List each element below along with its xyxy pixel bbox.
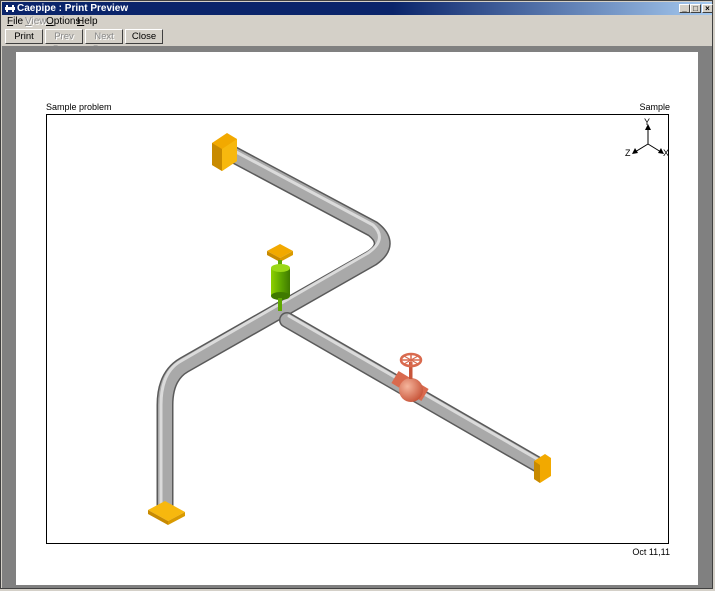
print-button[interactable]: Print [5, 29, 43, 44]
axis-y-label: Y [644, 117, 650, 127]
maximize-button[interactable]: □ [690, 4, 701, 13]
menu-help-label: elp [84, 16, 98, 27]
title-bar[interactable]: Caepipe : Print Preview _ □ × [2, 2, 713, 15]
header-model: Sample [639, 102, 670, 112]
prev-page-button[interactable]: Prev Page [45, 29, 83, 55]
menu-view[interactable]: View [25, 16, 47, 28]
header-title: Sample problem [46, 102, 112, 112]
anchor-bottom [148, 501, 185, 525]
maximize-icon: □ [693, 4, 698, 13]
next-page-button[interactable]: Next Page [85, 29, 123, 55]
toolbar: Print Prev Page Next Page Close [3, 29, 711, 55]
menu-view-label: iew [31, 16, 47, 27]
pipe-run [156, 141, 391, 514]
close-icon: × [705, 4, 710, 13]
window-title: Caepipe : Print Preview [17, 3, 129, 14]
print-date: Oct 11,11 [632, 547, 670, 557]
preview-page: Sample problem Sample Y Z X Oct 11,11 [16, 52, 698, 585]
valve [391, 352, 429, 402]
menu-help[interactable]: Help [77, 16, 98, 28]
close-window-button[interactable]: × [702, 4, 713, 13]
menu-options[interactable]: Options [46, 16, 80, 28]
minimize-icon: _ [682, 4, 687, 13]
axis-x-label: X [663, 148, 669, 158]
app-icon [5, 5, 15, 12]
axis-z-label: Z [625, 148, 631, 158]
drawing-frame: Y Z X [46, 114, 669, 544]
minimize-button[interactable]: _ [679, 4, 690, 13]
menu-bar: File View Options Help [3, 16, 711, 28]
menu-file-label: ile [13, 16, 24, 27]
axis-triad: Y Z X [625, 117, 669, 158]
close-button[interactable]: Close [125, 29, 163, 44]
anchor-top [212, 133, 237, 171]
menu-options-mnemonic: O [46, 16, 54, 27]
preview-area[interactable]: Sample problem Sample Y Z X Oct 11,11 [2, 46, 712, 588]
print-preview-window: Caepipe : Print Preview _ □ × File View … [0, 0, 713, 589]
piping-model-drawing: Y Z X [148, 117, 669, 525]
menu-file[interactable]: File [7, 16, 23, 28]
